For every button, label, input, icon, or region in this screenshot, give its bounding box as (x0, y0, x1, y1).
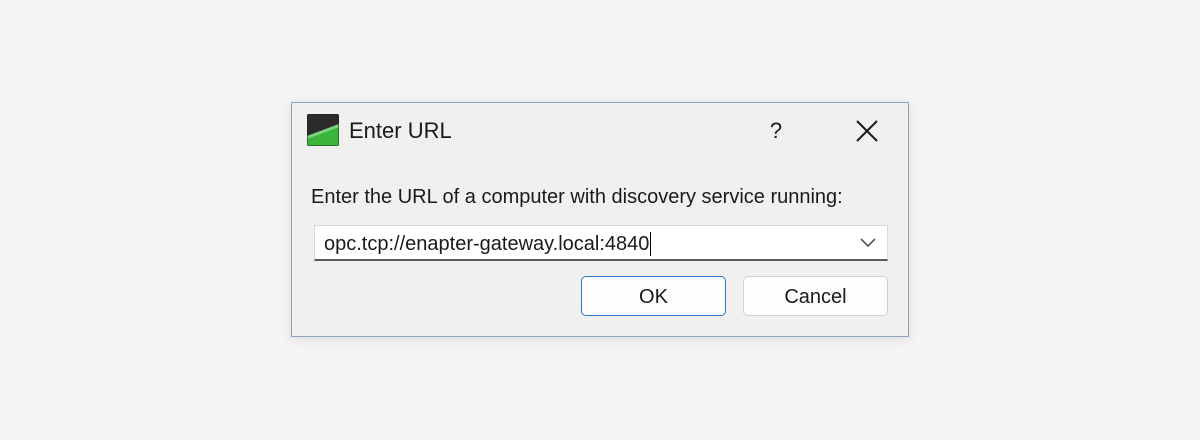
url-combobox[interactable]: opc.tcp://enapter-gateway.local:4840 (314, 225, 888, 261)
chevron-down-icon (860, 238, 876, 248)
enter-url-dialog: Enter URL ? Enter the URL of a computer … (291, 102, 909, 337)
app-logo-icon (307, 114, 339, 146)
dialog-titlebar[interactable]: Enter URL ? (292, 103, 908, 158)
combobox-dropdown-button[interactable] (855, 230, 881, 256)
close-button[interactable] (842, 111, 892, 151)
close-icon (856, 120, 878, 142)
url-input[interactable]: opc.tcp://enapter-gateway.local:4840 (324, 232, 652, 256)
url-value-text: opc.tcp://enapter-gateway.local:4840 (324, 233, 650, 255)
text-caret (650, 232, 652, 256)
help-button[interactable]: ? (754, 111, 798, 151)
dialog-title: Enter URL (349, 118, 452, 143)
cancel-button[interactable]: Cancel (743, 276, 888, 316)
ok-button[interactable]: OK (581, 276, 726, 316)
prompt-label: Enter the URL of a computer with discove… (311, 186, 843, 208)
